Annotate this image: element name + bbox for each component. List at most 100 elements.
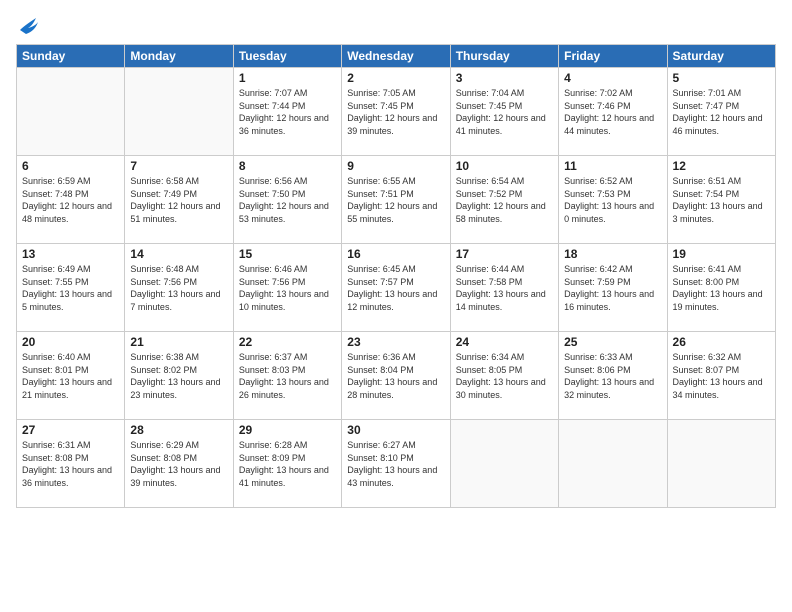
day-info: Sunrise: 6:49 AMSunset: 7:55 PMDaylight:…: [22, 263, 119, 313]
calendar-cell: 20Sunrise: 6:40 AMSunset: 8:01 PMDayligh…: [17, 332, 125, 420]
daylight-text: Daylight: 12 hours and 51 minutes.: [130, 200, 227, 225]
sunset-text: Sunset: 7:49 PM: [130, 188, 227, 201]
sunrise-text: Sunrise: 6:44 AM: [456, 263, 553, 276]
weekday-header-row: SundayMondayTuesdayWednesdayThursdayFrid…: [17, 45, 776, 68]
calendar-cell: 10Sunrise: 6:54 AMSunset: 7:52 PMDayligh…: [450, 156, 558, 244]
calendar-cell: 8Sunrise: 6:56 AMSunset: 7:50 PMDaylight…: [233, 156, 341, 244]
day-number: 24: [456, 335, 553, 349]
sunset-text: Sunset: 7:53 PM: [564, 188, 661, 201]
daylight-text: Daylight: 13 hours and 39 minutes.: [130, 464, 227, 489]
sunrise-text: Sunrise: 7:05 AM: [347, 87, 444, 100]
daylight-text: Daylight: 13 hours and 32 minutes.: [564, 376, 661, 401]
sunset-text: Sunset: 7:50 PM: [239, 188, 336, 201]
calendar-cell: 25Sunrise: 6:33 AMSunset: 8:06 PMDayligh…: [559, 332, 667, 420]
daylight-text: Daylight: 12 hours and 55 minutes.: [347, 200, 444, 225]
sunrise-text: Sunrise: 7:01 AM: [673, 87, 770, 100]
sunrise-text: Sunrise: 6:37 AM: [239, 351, 336, 364]
sunset-text: Sunset: 8:09 PM: [239, 452, 336, 465]
day-info: Sunrise: 6:34 AMSunset: 8:05 PMDaylight:…: [456, 351, 553, 401]
daylight-text: Daylight: 13 hours and 34 minutes.: [673, 376, 770, 401]
sunset-text: Sunset: 7:45 PM: [456, 100, 553, 113]
daylight-text: Daylight: 13 hours and 28 minutes.: [347, 376, 444, 401]
day-number: 17: [456, 247, 553, 261]
sunrise-text: Sunrise: 6:29 AM: [130, 439, 227, 452]
day-info: Sunrise: 6:45 AMSunset: 7:57 PMDaylight:…: [347, 263, 444, 313]
calendar-cell: 6 Sunrise: 6:59 AMSunset: 7:48 PMDaylight…: [17, 156, 125, 244]
daylight-text: Daylight: 13 hours and 43 minutes.: [347, 464, 444, 489]
weekday-header-thursday: Thursday: [450, 45, 558, 68]
day-info: Sunrise: 6:59 AMSunset: 7:48 PMDaylight:…: [22, 175, 119, 225]
weekday-header-friday: Friday: [559, 45, 667, 68]
sunset-text: Sunset: 8:10 PM: [347, 452, 444, 465]
calendar-cell: 2 Sunrise: 7:05 AMSunset: 7:45 PMDaylight…: [342, 68, 450, 156]
calendar-table: SundayMondayTuesdayWednesdayThursdayFrid…: [16, 44, 776, 508]
sunset-text: Sunset: 7:52 PM: [456, 188, 553, 201]
calendar-cell: 15Sunrise: 6:46 AMSunset: 7:56 PMDayligh…: [233, 244, 341, 332]
calendar-cell: 29Sunrise: 6:28 AMSunset: 8:09 PMDayligh…: [233, 420, 341, 508]
calendar-cell: 3Sunrise: 7:04 AMSunset: 7:45 PMDaylight…: [450, 68, 558, 156]
sunset-text: Sunset: 8:05 PM: [456, 364, 553, 377]
day-number: 16: [347, 247, 444, 261]
sunrise-text: Sunrise: 6:28 AM: [239, 439, 336, 452]
calendar-cell: 21Sunrise: 6:38 AMSunset: 8:02 PMDayligh…: [125, 332, 233, 420]
day-number: 5: [673, 71, 770, 85]
calendar-cell: 9Sunrise: 6:55 AMSunset: 7:51 PMDaylight…: [342, 156, 450, 244]
day-info: Sunrise: 7:02 AMSunset: 7:46 PMDaylight:…: [564, 87, 661, 137]
day-info: Sunrise: 6:27 AMSunset: 8:10 PMDaylight:…: [347, 439, 444, 489]
calendar-cell: 19Sunrise: 6:41 AMSunset: 8:00 PMDayligh…: [667, 244, 775, 332]
sunset-text: Sunset: 7:59 PM: [564, 276, 661, 289]
sunrise-text: Sunrise: 6:45 AM: [347, 263, 444, 276]
sunset-text: Sunset: 7:48 PM: [22, 188, 119, 201]
day-info: Sunrise: 6:48 AMSunset: 7:56 PMDaylight:…: [130, 263, 227, 313]
daylight-text: Daylight: 12 hours and 58 minutes.: [456, 200, 553, 225]
sunrise-text: Sunrise: 6:54 AM: [456, 175, 553, 188]
day-number: 29: [239, 423, 336, 437]
weekday-header-tuesday: Tuesday: [233, 45, 341, 68]
sunset-text: Sunset: 8:08 PM: [22, 452, 119, 465]
daylight-text: Daylight: 12 hours and 46 minutes.: [673, 112, 770, 137]
calendar-cell: 18Sunrise: 6:42 AMSunset: 7:59 PMDayligh…: [559, 244, 667, 332]
weekday-header-monday: Monday: [125, 45, 233, 68]
day-number: 2: [347, 71, 444, 85]
sunset-text: Sunset: 7:45 PM: [347, 100, 444, 113]
day-info: Sunrise: 7:04 AMSunset: 7:45 PMDaylight:…: [456, 87, 553, 137]
calendar-cell: 26Sunrise: 6:32 AMSunset: 8:07 PMDayligh…: [667, 332, 775, 420]
day-info: Sunrise: 6:51 AMSunset: 7:54 PMDaylight:…: [673, 175, 770, 225]
calendar-cell: [450, 420, 558, 508]
weekday-header-wednesday: Wednesday: [342, 45, 450, 68]
day-number: 6: [22, 159, 119, 173]
day-number: 21: [130, 335, 227, 349]
daylight-text: Daylight: 12 hours and 41 minutes.: [456, 112, 553, 137]
calendar-cell: [667, 420, 775, 508]
sunset-text: Sunset: 7:46 PM: [564, 100, 661, 113]
day-info: Sunrise: 6:32 AMSunset: 8:07 PMDaylight:…: [673, 351, 770, 401]
weekday-header-saturday: Saturday: [667, 45, 775, 68]
day-info: Sunrise: 6:58 AMSunset: 7:49 PMDaylight:…: [130, 175, 227, 225]
page: SundayMondayTuesdayWednesdayThursdayFrid…: [0, 0, 792, 612]
week-row-4: 20Sunrise: 6:40 AMSunset: 8:01 PMDayligh…: [17, 332, 776, 420]
daylight-text: Daylight: 13 hours and 5 minutes.: [22, 288, 119, 313]
sunrise-text: Sunrise: 6:46 AM: [239, 263, 336, 276]
day-number: 19: [673, 247, 770, 261]
sunset-text: Sunset: 8:04 PM: [347, 364, 444, 377]
sunset-text: Sunset: 7:58 PM: [456, 276, 553, 289]
daylight-text: Daylight: 13 hours and 21 minutes.: [22, 376, 119, 401]
sunrise-text: Sunrise: 6:58 AM: [130, 175, 227, 188]
sunset-text: Sunset: 7:56 PM: [239, 276, 336, 289]
calendar-cell: [559, 420, 667, 508]
day-number: 28: [130, 423, 227, 437]
day-info: Sunrise: 6:29 AMSunset: 8:08 PMDaylight:…: [130, 439, 227, 489]
calendar-cell: 30Sunrise: 6:27 AMSunset: 8:10 PMDayligh…: [342, 420, 450, 508]
sunrise-text: Sunrise: 7:04 AM: [456, 87, 553, 100]
day-number: 8: [239, 159, 336, 173]
day-number: 15: [239, 247, 336, 261]
sunset-text: Sunset: 7:55 PM: [22, 276, 119, 289]
calendar-cell: [125, 68, 233, 156]
calendar-cell: 14Sunrise: 6:48 AMSunset: 7:56 PMDayligh…: [125, 244, 233, 332]
sunset-text: Sunset: 8:02 PM: [130, 364, 227, 377]
sunrise-text: Sunrise: 6:38 AM: [130, 351, 227, 364]
daylight-text: Daylight: 12 hours and 39 minutes.: [347, 112, 444, 137]
day-info: Sunrise: 6:40 AMSunset: 8:01 PMDaylight:…: [22, 351, 119, 401]
sunrise-text: Sunrise: 6:36 AM: [347, 351, 444, 364]
sunrise-text: Sunrise: 6:34 AM: [456, 351, 553, 364]
